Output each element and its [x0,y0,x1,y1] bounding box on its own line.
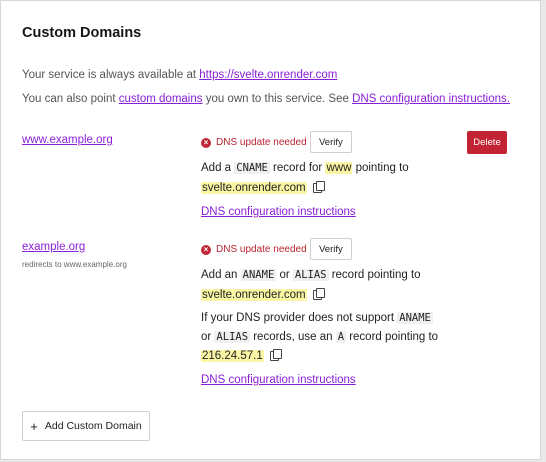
custom-domains-link[interactable]: custom domains [119,93,203,105]
dns-status-www: × DNS update needed [201,137,307,148]
domain-link-apex[interactable]: example.org [22,241,85,253]
plus-icon: + [30,418,38,434]
service-url-line: Your service is always available at http… [22,69,338,81]
page-title: Custom Domains [22,25,142,41]
ip-target: 216.24.57.1 [201,350,264,362]
delete-button-www[interactable]: Delete [467,131,507,154]
add-custom-domain-button[interactable]: + Add Custom Domain [22,411,150,441]
copy-icon[interactable] [269,349,282,361]
dns-instructions-link-www[interactable]: DNS configuration instructions [201,206,356,218]
copy-icon[interactable] [312,288,325,300]
dns-instructions-link-apex[interactable]: DNS configuration instructions [201,374,356,386]
service-url-link[interactable]: https://svelte.onrender.com [199,69,337,81]
aname-instruction: Add an ANAME or ALIAS record pointing to [201,269,421,281]
cname-instruction: Add a CNAME record for www pointing to [201,162,409,174]
error-icon: × [201,244,211,255]
error-icon: × [201,137,211,148]
dns-status-apex: × DNS update needed [201,244,307,255]
ip-target-row: 216.24.57.1 [201,349,282,362]
custom-domains-card: Custom Domains Your service is always av… [0,0,541,460]
cname-target-row: svelte.onrender.com [201,181,325,194]
alt-instruction-line-1: If your DNS provider does not support AN… [201,312,433,324]
dns-instructions-intro-link[interactable]: DNS configuration instructions. [352,93,510,105]
custom-domains-intro-line: You can also point custom domains you ow… [22,93,510,105]
verify-button-apex[interactable]: Verify [310,238,352,260]
add-custom-domain-label: Add Custom Domain [44,420,142,432]
verify-button-www[interactable]: Verify [310,131,352,153]
domain-link-www[interactable]: www.example.org [22,134,113,146]
cname-target: svelte.onrender.com [201,182,307,194]
redirect-note: redirects to www.example.org [22,260,127,269]
aname-target-row: svelte.onrender.com [201,288,325,301]
alt-instruction-line-2: or ALIAS records, use an A record pointi… [201,331,439,343]
copy-icon[interactable] [312,181,325,193]
aname-target: svelte.onrender.com [201,289,307,301]
